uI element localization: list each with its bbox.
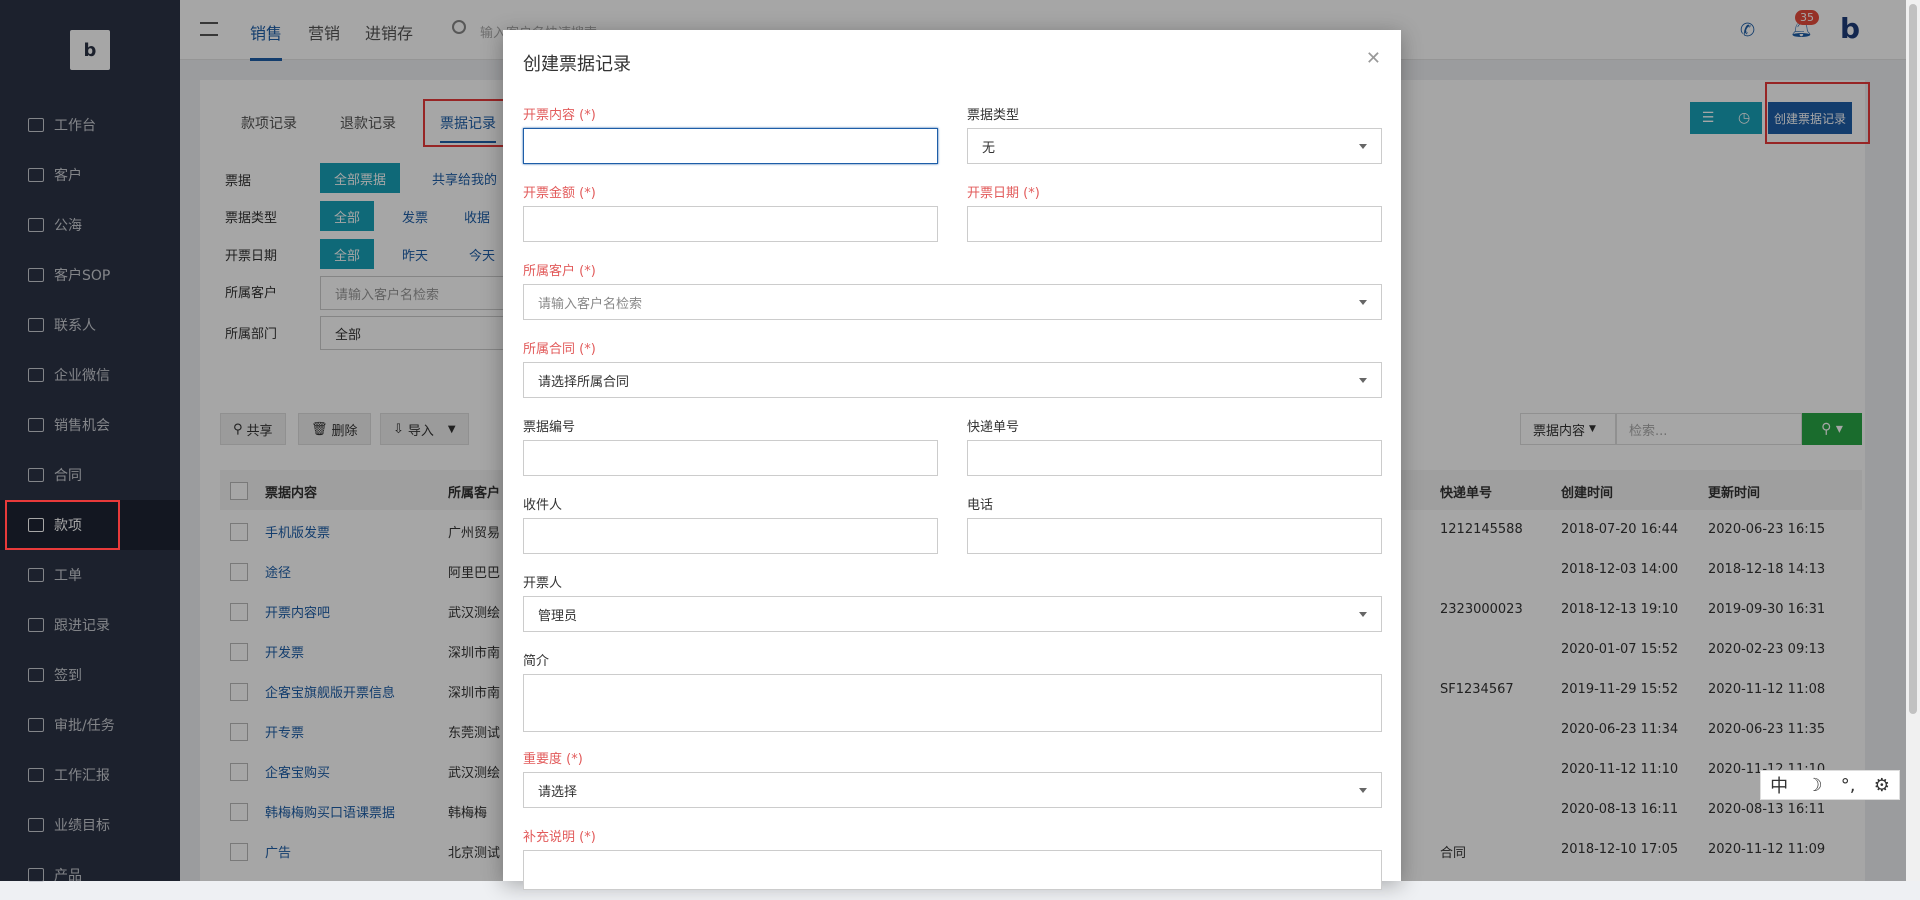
amount-input[interactable]	[523, 206, 938, 242]
ime-toolbar[interactable]: 中 ☽ °, ⚙	[1760, 770, 1900, 800]
close-icon[interactable]: ✕	[1366, 48, 1381, 69]
contract-select-placeholder: 请选择所属合同	[538, 374, 630, 390]
label-content: 开票内容 (*)	[523, 108, 596, 123]
chevron-down-icon	[1359, 378, 1367, 383]
date-input[interactable]	[967, 206, 1382, 242]
content-input[interactable]	[523, 128, 938, 164]
punctuation-toggle[interactable]: °,	[1841, 775, 1856, 796]
label-remark: 补充说明 (*)	[523, 830, 596, 845]
create-invoice-modal: 创建票据记录 ✕ 开票内容 (*) 票据类型 无 开票金额 (*) 开票日期 (…	[503, 30, 1401, 890]
type-select-value: 无	[982, 140, 996, 156]
label-receiver: 收件人	[523, 498, 563, 513]
label-importance: 重要度 (*)	[523, 752, 583, 767]
chevron-down-icon	[1359, 788, 1367, 793]
intro-textarea[interactable]	[523, 674, 1382, 732]
gear-icon[interactable]: ⚙	[1874, 775, 1890, 796]
label-type: 票据类型	[967, 108, 1020, 123]
ime-lang-toggle[interactable]: 中	[1770, 772, 1788, 798]
chevron-down-icon	[1359, 612, 1367, 617]
importance-select[interactable]: 请选择	[523, 772, 1382, 808]
modal-title: 创建票据记录	[523, 54, 631, 75]
label-customer: 所属客户 (*)	[523, 264, 596, 279]
remark-textarea[interactable]	[523, 850, 1382, 890]
label-issuer: 开票人	[523, 576, 563, 591]
label-number: 票据编号	[523, 420, 576, 435]
label-express: 快递单号	[967, 420, 1020, 435]
label-amount: 开票金额 (*)	[523, 186, 596, 201]
label-phone: 电话	[967, 498, 994, 513]
chevron-down-icon	[1359, 300, 1367, 305]
receiver-input[interactable]	[523, 518, 938, 554]
contract-select[interactable]: 请选择所属合同	[523, 362, 1382, 398]
importance-select-placeholder: 请选择	[538, 784, 578, 800]
label-date: 开票日期 (*)	[967, 186, 1040, 201]
chevron-down-icon	[1359, 144, 1367, 149]
customer-select[interactable]: 请输入客户名检索	[523, 284, 1382, 320]
express-input[interactable]	[967, 440, 1382, 476]
issuer-select[interactable]: 管理员	[523, 596, 1382, 632]
highlight-box-sidebar	[5, 500, 120, 550]
label-intro: 简介	[523, 654, 550, 669]
type-select[interactable]: 无	[967, 128, 1382, 164]
customer-select-placeholder: 请输入客户名检索	[538, 296, 643, 312]
number-input[interactable]	[523, 440, 938, 476]
issuer-select-value: 管理员	[538, 608, 578, 624]
label-contract: 所属合同 (*)	[523, 342, 596, 357]
scrollbar-thumb[interactable]	[1909, 4, 1917, 714]
scrollbar[interactable]	[1906, 0, 1920, 881]
phone-input[interactable]	[967, 518, 1382, 554]
moon-icon[interactable]: ☽	[1806, 775, 1822, 796]
